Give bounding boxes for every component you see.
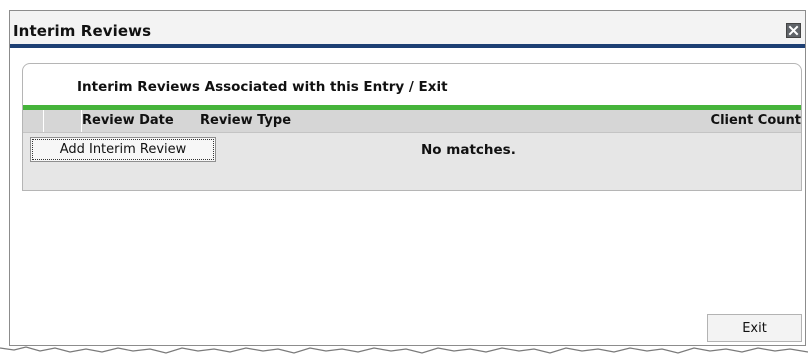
table-header-col-1 — [23, 110, 44, 132]
close-x-glyph — [788, 25, 799, 36]
panel-title: Interim Reviews Associated with this Ent… — [77, 79, 448, 95]
dialog-title: Interim Reviews — [13, 22, 152, 40]
table-header: Review Date Review Type Client Count — [23, 110, 801, 133]
torn-screenshot-edge — [0, 346, 808, 360]
close-icon[interactable] — [786, 23, 801, 38]
interim-reviews-panel: Interim Reviews Associated with this Ent… — [22, 63, 802, 191]
exit-button[interactable]: Exit — [707, 314, 802, 342]
empty-table-message: No matches. — [421, 142, 516, 158]
table-header-review-type[interactable]: Review Type — [200, 110, 687, 132]
add-interim-review-button[interactable]: Add Interim Review — [30, 137, 216, 162]
dialog-titlebar: Interim Reviews — [10, 11, 805, 48]
table-header-review-date[interactable]: Review Date — [82, 110, 200, 132]
table-header-client-count[interactable]: Client Count — [687, 110, 801, 132]
table-header-col-2 — [44, 110, 82, 132]
interim-reviews-dialog: Interim Reviews Interim Reviews Associat… — [9, 10, 806, 346]
table-body: Add Interim Review No matches. — [23, 133, 801, 190]
panel-header: Interim Reviews Associated with this Ent… — [23, 64, 801, 110]
